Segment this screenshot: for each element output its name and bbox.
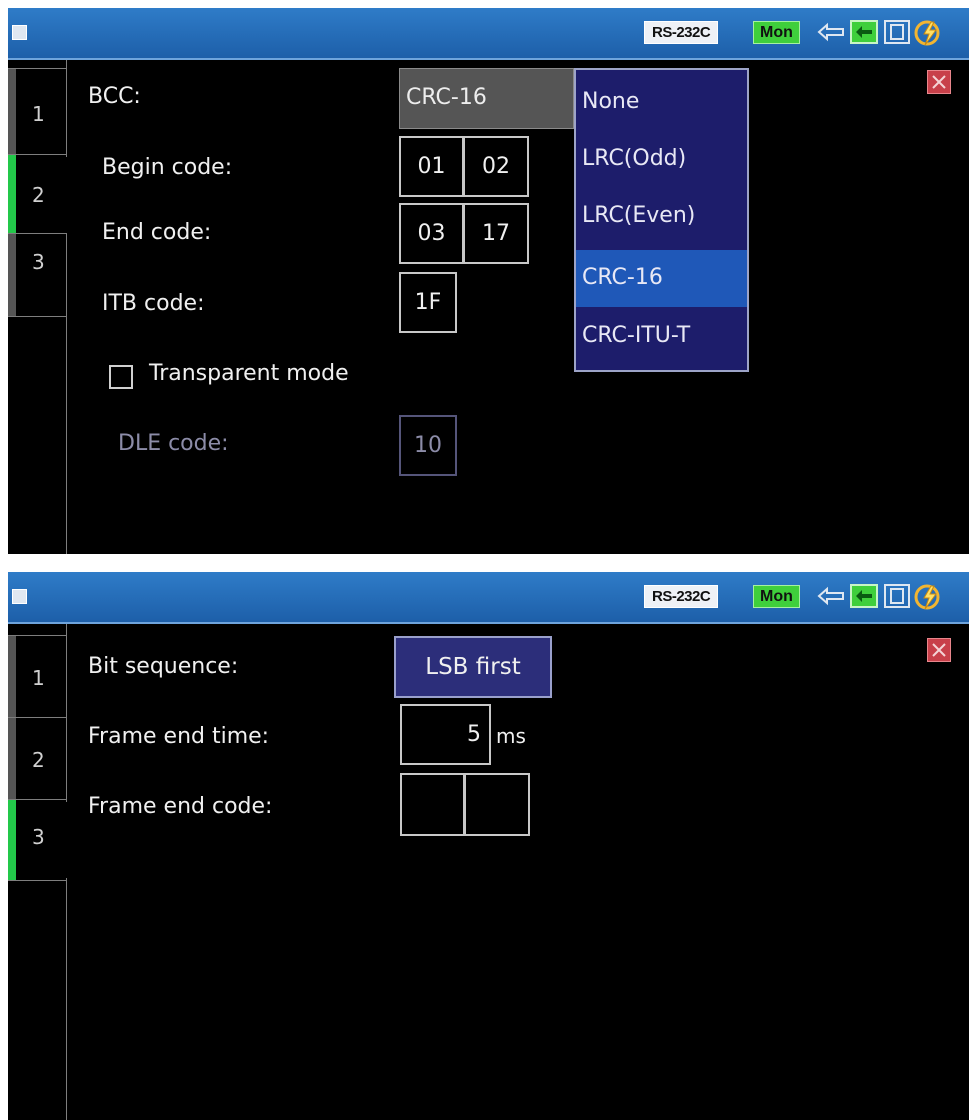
frame-end-code-field-2[interactable]: [464, 773, 530, 836]
tab-2-label: 2: [32, 748, 45, 772]
tab-divider: [66, 878, 67, 1120]
transparent-mode-label: Transparent mode: [149, 361, 349, 386]
screen-bcc-settings: RS-232C Mon 1 2 3 BCC: CRC-16 None LRC(O…: [8, 8, 969, 554]
close-button[interactable]: [927, 70, 951, 94]
tab-indicator: [8, 69, 16, 156]
end-code-field-1[interactable]: 03: [399, 203, 464, 264]
bcc-option-lrc-odd[interactable]: LRC(Odd): [576, 131, 747, 188]
power-icon: [914, 20, 940, 46]
close-icon: [932, 75, 946, 89]
begin-code-label: Begin code:: [102, 155, 233, 180]
monitor-badge: Mon: [753, 21, 800, 44]
itb-code-field[interactable]: 1F: [399, 272, 457, 333]
bcc-label: BCC:: [88, 84, 141, 109]
frame-end-time-label: Frame end time:: [88, 724, 270, 749]
transparent-mode-checkbox[interactable]: [109, 365, 133, 389]
end-code-field-2[interactable]: 17: [463, 203, 529, 264]
tab-2[interactable]: 2: [8, 717, 67, 802]
window-icon[interactable]: [12, 589, 27, 604]
close-button[interactable]: [927, 638, 951, 662]
tab-divider: [66, 60, 67, 68]
usb-icon: [817, 22, 844, 42]
bit-sequence-select[interactable]: LSB first: [394, 636, 552, 698]
monitor-badge: Mon: [753, 585, 800, 608]
document-icon: [884, 584, 910, 608]
tab-3-label: 3: [32, 250, 45, 274]
window-icon[interactable]: [12, 25, 27, 40]
tab-3[interactable]: 3: [8, 233, 67, 317]
tab-divider: [66, 314, 67, 554]
tab-3-label: 3: [32, 825, 45, 849]
bcc-dropdown: None LRC(Odd) LRC(Even) CRC-16 CRC-ITU-T: [574, 68, 749, 372]
power-icon: [914, 584, 940, 610]
dle-code-field: 10: [399, 415, 457, 476]
frame-end-code-label: Frame end code:: [88, 794, 273, 819]
frame-end-time-unit: ms: [496, 724, 526, 748]
tab-1-label: 1: [32, 102, 45, 126]
tab-indicator: [8, 800, 16, 880]
tab-3[interactable]: 3: [8, 799, 66, 881]
bit-sequence-label: Bit sequence:: [88, 654, 239, 679]
port-icon: [850, 584, 878, 608]
close-icon: [932, 643, 946, 657]
bcc-option-lrc-even[interactable]: LRC(Even): [576, 188, 747, 245]
title-bar: RS-232C Mon: [8, 572, 969, 624]
bcc-option-crc-itu-t[interactable]: CRC-ITU-T: [576, 308, 747, 365]
tab-1-label: 1: [32, 666, 45, 690]
bcc-option-crc-16[interactable]: CRC-16: [576, 250, 747, 307]
bcc-option-none[interactable]: None: [576, 74, 747, 131]
screen-frame-settings: RS-232C Mon 1 2 3 Bit sequence: LSB firs…: [8, 572, 969, 1120]
interface-badge: RS-232C: [644, 585, 719, 608]
dle-code-label: DLE code:: [118, 431, 229, 456]
bcc-select[interactable]: CRC-16: [399, 68, 574, 129]
itb-code-label: ITB code:: [102, 291, 205, 316]
port-icon: [850, 20, 878, 44]
document-icon: [884, 20, 910, 44]
tab-indicator: [8, 234, 16, 316]
usb-icon: [817, 586, 844, 606]
interface-badge: RS-232C: [644, 21, 719, 44]
frame-end-time-field[interactable]: 5: [400, 704, 491, 765]
tab-divider: [66, 624, 67, 635]
tab-2[interactable]: 2: [8, 154, 66, 236]
tab-2-label: 2: [32, 183, 45, 207]
frame-end-code-field-1[interactable]: [400, 773, 465, 836]
title-bar: RS-232C Mon: [8, 8, 969, 60]
end-code-label: End code:: [102, 220, 212, 245]
begin-code-field-2[interactable]: 02: [463, 136, 529, 197]
tab-1[interactable]: 1: [8, 635, 67, 720]
tab-indicator: [8, 636, 16, 719]
tab-indicator: [8, 718, 16, 801]
begin-code-field-1[interactable]: 01: [399, 136, 464, 197]
tab-1[interactable]: 1: [8, 68, 67, 157]
tab-indicator: [8, 155, 16, 235]
